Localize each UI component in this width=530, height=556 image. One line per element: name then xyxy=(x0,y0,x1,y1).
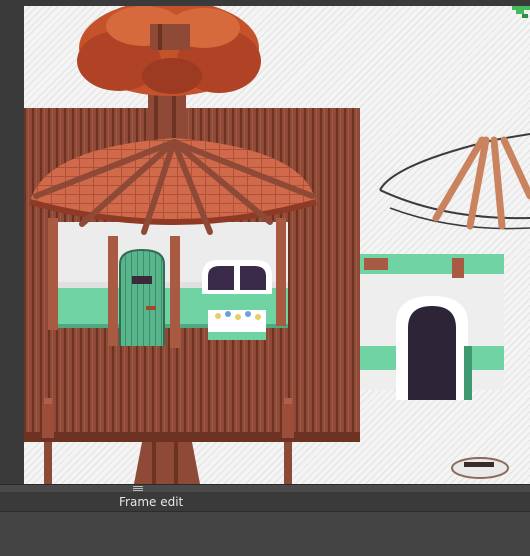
treehouse-hut-sprite xyxy=(29,138,317,348)
left-gutter xyxy=(0,0,24,484)
grass-tuft-sprite xyxy=(512,6,530,18)
frame-edit-panel-body xyxy=(0,512,530,556)
hut-wall-tile-sprite xyxy=(360,254,504,400)
panel-resize-divider[interactable] xyxy=(0,484,530,492)
drag-handle-icon[interactable] xyxy=(133,486,143,491)
roof-frame-sprite xyxy=(379,133,530,230)
flowerpot-sprite xyxy=(451,457,509,479)
sprite-canvas[interactable] xyxy=(24,6,530,484)
panel-title: Frame edit xyxy=(119,495,184,509)
frame-edit-panel-header: Frame edit xyxy=(0,492,530,512)
tree-foliage-sprite xyxy=(77,6,261,96)
